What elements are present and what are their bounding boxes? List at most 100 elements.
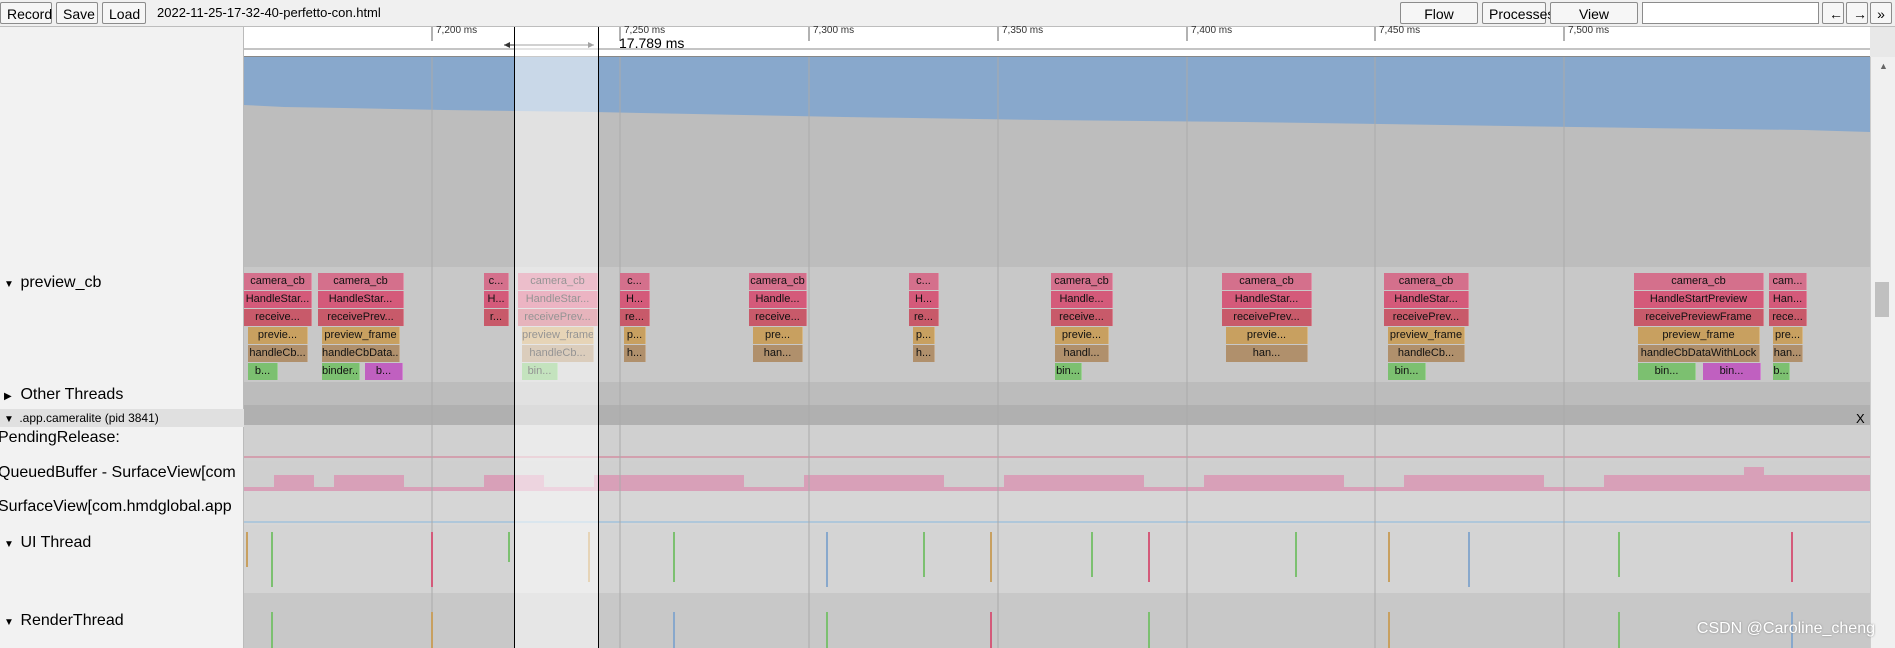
flow-events-button[interactable]: Flow events bbox=[1400, 2, 1478, 42]
slice[interactable]: previe... bbox=[1055, 327, 1109, 344]
track-label-other-threads[interactable]: ▶ Other Threads bbox=[0, 386, 123, 404]
slice[interactable]: c... bbox=[620, 273, 650, 290]
time-ruler[interactable]: 7,200 ms 7,250 ms 7,300 ms 7,350 ms 7,40… bbox=[244, 25, 1870, 57]
slice[interactable]: binder... bbox=[322, 363, 360, 380]
track-label-ui-thread[interactable]: ▼ UI Thread bbox=[0, 534, 91, 552]
slice[interactable]: H... bbox=[484, 291, 509, 308]
slice[interactable]: receivePrev... bbox=[1222, 309, 1312, 326]
slice[interactable]: cam... bbox=[1769, 273, 1807, 290]
processes-button[interactable]: Processes bbox=[1482, 2, 1554, 24]
track-label-preview-cb[interactable]: ▼ preview_cb bbox=[0, 274, 101, 292]
selection-duration: 17.789 ms bbox=[619, 35, 685, 51]
slice[interactable]: HandleStartPreview bbox=[1634, 291, 1764, 308]
slice[interactable]: handleCb... bbox=[248, 345, 308, 362]
slice[interactable]: camera_cb bbox=[1384, 273, 1469, 290]
slice[interactable]: Handle... bbox=[749, 291, 807, 308]
slice[interactable]: receivePrev... bbox=[1384, 309, 1469, 326]
slice[interactable]: receivePrev... bbox=[518, 309, 598, 326]
tick-label: 7,450 ms bbox=[1379, 25, 1421, 36]
tick-label: 7,200 ms bbox=[436, 25, 478, 36]
slice[interactable]: Han... bbox=[1769, 291, 1807, 308]
collapse-triangle-icon[interactable]: ▶ bbox=[4, 391, 16, 402]
slice[interactable]: re... bbox=[620, 309, 650, 326]
slice[interactable]: camera_cb bbox=[1051, 273, 1113, 290]
slice[interactable]: handleCbData... bbox=[322, 345, 400, 362]
slice[interactable]: c... bbox=[484, 273, 509, 290]
slice[interactable]: han... bbox=[753, 345, 803, 362]
scrollbar-thumb[interactable] bbox=[1875, 282, 1889, 317]
track-label-surfaceview: SurfaceView[com.hmdglobal.app bbox=[0, 498, 232, 515]
slice[interactable]: camera_cb bbox=[244, 273, 312, 290]
slice[interactable]: HandleStar... bbox=[318, 291, 404, 308]
slice[interactable]: p... bbox=[913, 327, 935, 344]
slice[interactable]: camera_cb bbox=[1222, 273, 1312, 290]
expand-triangle-icon[interactable]: ▼ bbox=[4, 411, 16, 427]
slice[interactable]: bin... bbox=[1703, 363, 1761, 380]
scroll-up-icon[interactable]: ▲ bbox=[1879, 61, 1888, 71]
record-button[interactable]: Record bbox=[0, 2, 52, 24]
slice[interactable]: h... bbox=[624, 345, 646, 362]
track-label-render-thread[interactable]: ▼ RenderThread bbox=[0, 612, 124, 630]
slice[interactable]: preview_frame bbox=[522, 327, 594, 344]
slice[interactable]: previe... bbox=[248, 327, 308, 344]
save-button[interactable]: Save bbox=[56, 2, 98, 24]
slice[interactable]: pre... bbox=[753, 327, 803, 344]
slice[interactable]: H... bbox=[909, 291, 939, 308]
slice[interactable]: han... bbox=[1773, 345, 1803, 362]
slice[interactable]: HandleStar... bbox=[244, 291, 312, 308]
slice[interactable]: rece... bbox=[1769, 309, 1807, 326]
slice[interactable]: preview_frame bbox=[1638, 327, 1760, 344]
slice[interactable]: bin... bbox=[1388, 363, 1426, 380]
slice[interactable]: receivePrev... bbox=[318, 309, 404, 326]
expand-triangle-icon[interactable]: ▼ bbox=[4, 539, 16, 550]
slice[interactable]: receive... bbox=[244, 309, 312, 326]
slice[interactable]: b... bbox=[365, 363, 403, 380]
timeline-track-area[interactable]: camera_cb HandleStar... receive... previe..… bbox=[244, 57, 1870, 648]
nav-forward-button[interactable]: → bbox=[1846, 2, 1868, 24]
slice[interactable]: camera_cb bbox=[749, 273, 807, 290]
process-close-button[interactable]: X bbox=[1856, 411, 1865, 426]
slice[interactable]: handl... bbox=[1055, 345, 1109, 362]
slice[interactable]: b... bbox=[248, 363, 278, 380]
slice[interactable]: bin... bbox=[522, 363, 558, 380]
tick-label: 7,400 ms bbox=[1191, 25, 1233, 36]
slice[interactable]: HandleStar... bbox=[518, 291, 598, 308]
slice[interactable]: preview_frame bbox=[1388, 327, 1465, 344]
slice[interactable]: handleCbDataWithLock bbox=[1638, 345, 1760, 362]
slice[interactable]: p... bbox=[624, 327, 646, 344]
slice[interactable]: preview_frame bbox=[322, 327, 400, 344]
more-button[interactable]: » bbox=[1870, 2, 1892, 24]
search-input[interactable] bbox=[1642, 2, 1819, 24]
nav-back-button[interactable]: ← bbox=[1822, 2, 1844, 24]
slice[interactable]: receive... bbox=[1051, 309, 1113, 326]
slice[interactable]: previe... bbox=[1226, 327, 1308, 344]
view-options-button[interactable]: View Options bbox=[1550, 2, 1638, 42]
slice[interactable]: HandleStar... bbox=[1222, 291, 1312, 308]
slice[interactable]: h... bbox=[913, 345, 935, 362]
slice[interactable]: handleCb... bbox=[522, 345, 594, 362]
slice[interactable]: handleCb... bbox=[1388, 345, 1465, 362]
expand-triangle-icon[interactable]: ▼ bbox=[4, 617, 16, 628]
slice[interactable]: c... bbox=[909, 273, 939, 290]
process-header[interactable]: ▼ .app.cameralite (pid 3841) bbox=[0, 409, 244, 427]
slice[interactable]: bin... bbox=[1638, 363, 1696, 380]
slice[interactable]: re... bbox=[909, 309, 939, 326]
load-button[interactable]: Load bbox=[102, 2, 146, 24]
expand-triangle-icon[interactable]: ▼ bbox=[4, 279, 16, 290]
slice[interactable]: han... bbox=[1226, 345, 1308, 362]
slice[interactable]: camera_cb bbox=[1634, 273, 1764, 290]
slice[interactable]: bin... bbox=[1055, 363, 1082, 380]
vertical-scrollbar[interactable]: ▲ bbox=[1870, 57, 1895, 648]
slice[interactable]: receivePreviewFrame bbox=[1634, 309, 1764, 326]
slice[interactable]: Handle... bbox=[1051, 291, 1113, 308]
slice[interactable]: camera_cb bbox=[318, 273, 404, 290]
slice[interactable]: pre... bbox=[1773, 327, 1803, 344]
slice[interactable]: H... bbox=[620, 291, 650, 308]
slice[interactable]: camera_cb bbox=[518, 273, 598, 290]
slice[interactable]: HandleStar... bbox=[1384, 291, 1469, 308]
slice[interactable]: receive... bbox=[749, 309, 807, 326]
slice[interactable]: r... bbox=[484, 309, 509, 326]
slice[interactable]: b... bbox=[1773, 363, 1790, 380]
tick-label: 7,500 ms bbox=[1568, 25, 1610, 36]
watermark: CSDN @Caroline_cheng bbox=[1696, 620, 1875, 637]
